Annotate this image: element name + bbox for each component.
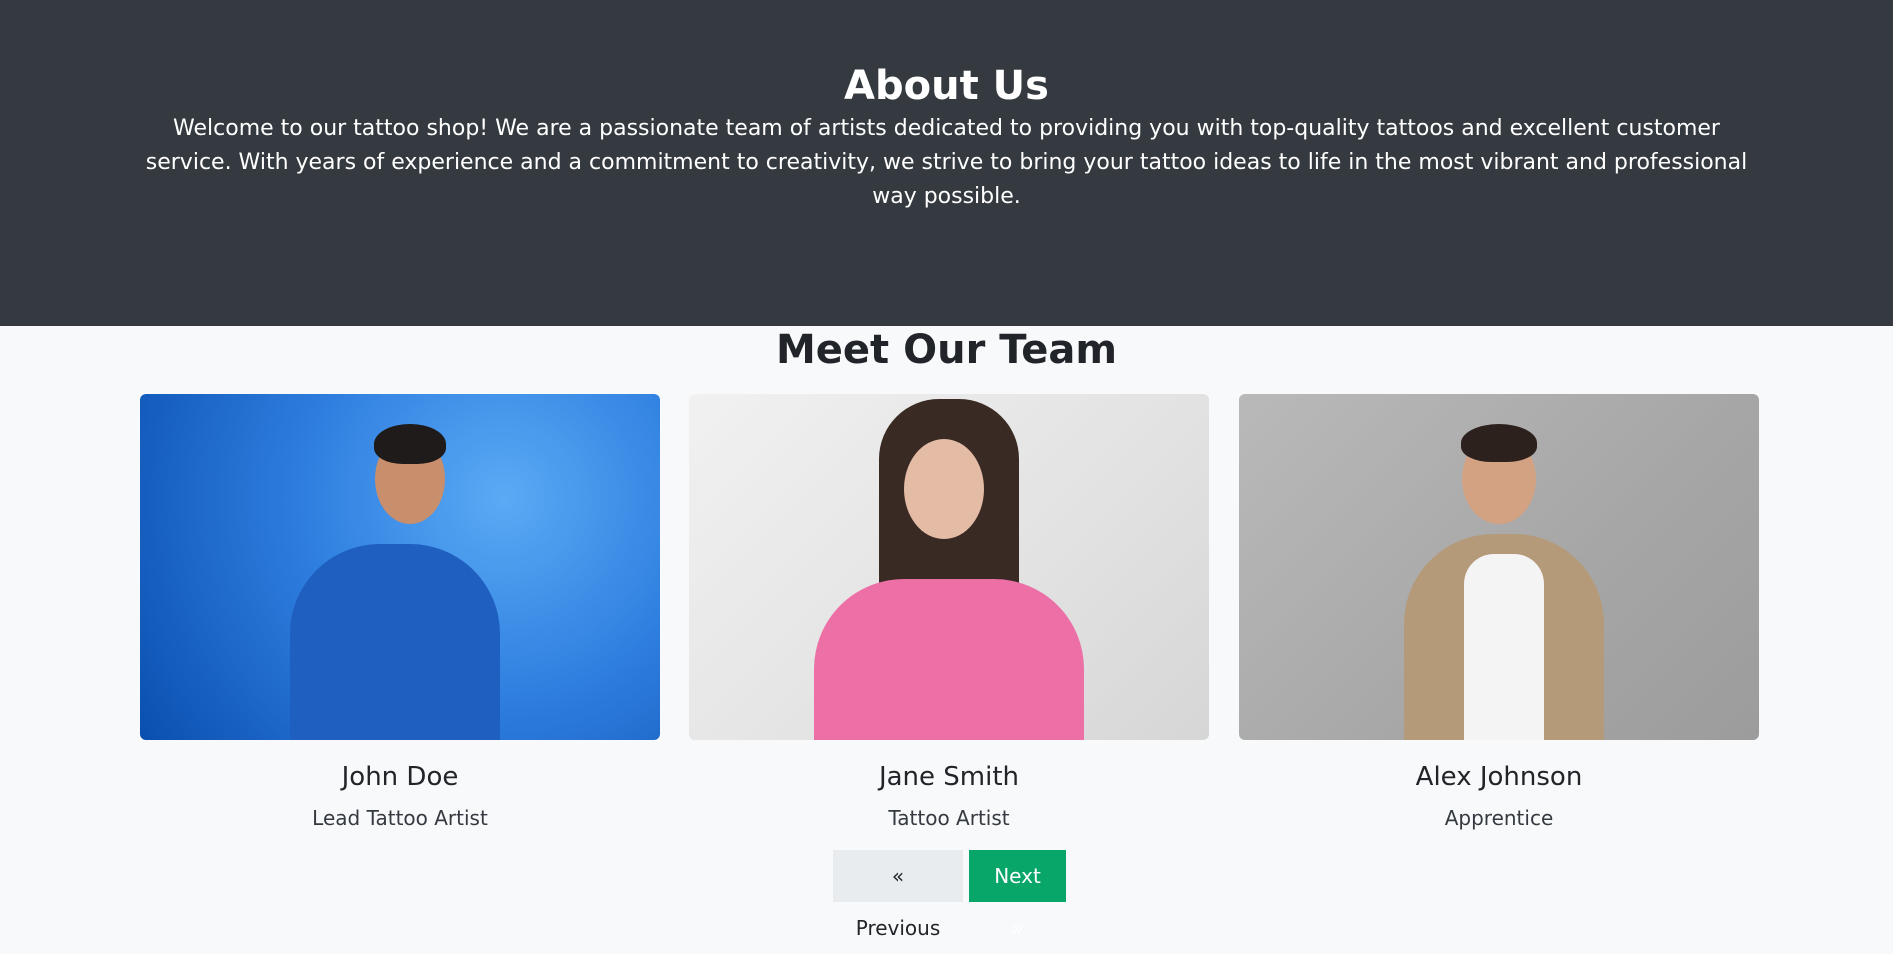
previous-button[interactable]: « Previous: [833, 850, 963, 940]
pagination: « Previous Next »: [833, 850, 1066, 940]
team-name: Alex Johnson: [1415, 762, 1583, 792]
team-card-john: John Doe Lead Tattoo Artist: [140, 394, 660, 832]
team-card-jane: Jane Smith Tattoo Artist: [689, 394, 1209, 832]
team-photo-alex: [1239, 394, 1759, 740]
team-name: Jane Smith: [878, 762, 1020, 792]
about-text: Welcome to our tattoo shop! We are a pas…: [145, 116, 1748, 209]
team-photo-jane: [689, 394, 1209, 740]
team-role: Lead Tattoo Artist: [312, 806, 488, 830]
team-title: Meet Our Team: [775, 327, 1117, 373]
about-title: About Us: [844, 63, 1049, 109]
team-photo-john: [140, 394, 660, 740]
team-role: Apprentice: [1444, 806, 1554, 830]
team-card-alex: Alex Johnson Apprentice: [1239, 394, 1759, 832]
team-name: John Doe: [341, 762, 459, 792]
about-section: About Us Welcome to our tattoo shop! We …: [0, 0, 1893, 326]
team-role: Tattoo Artist: [888, 806, 1010, 830]
next-button[interactable]: Next »: [969, 850, 1066, 940]
